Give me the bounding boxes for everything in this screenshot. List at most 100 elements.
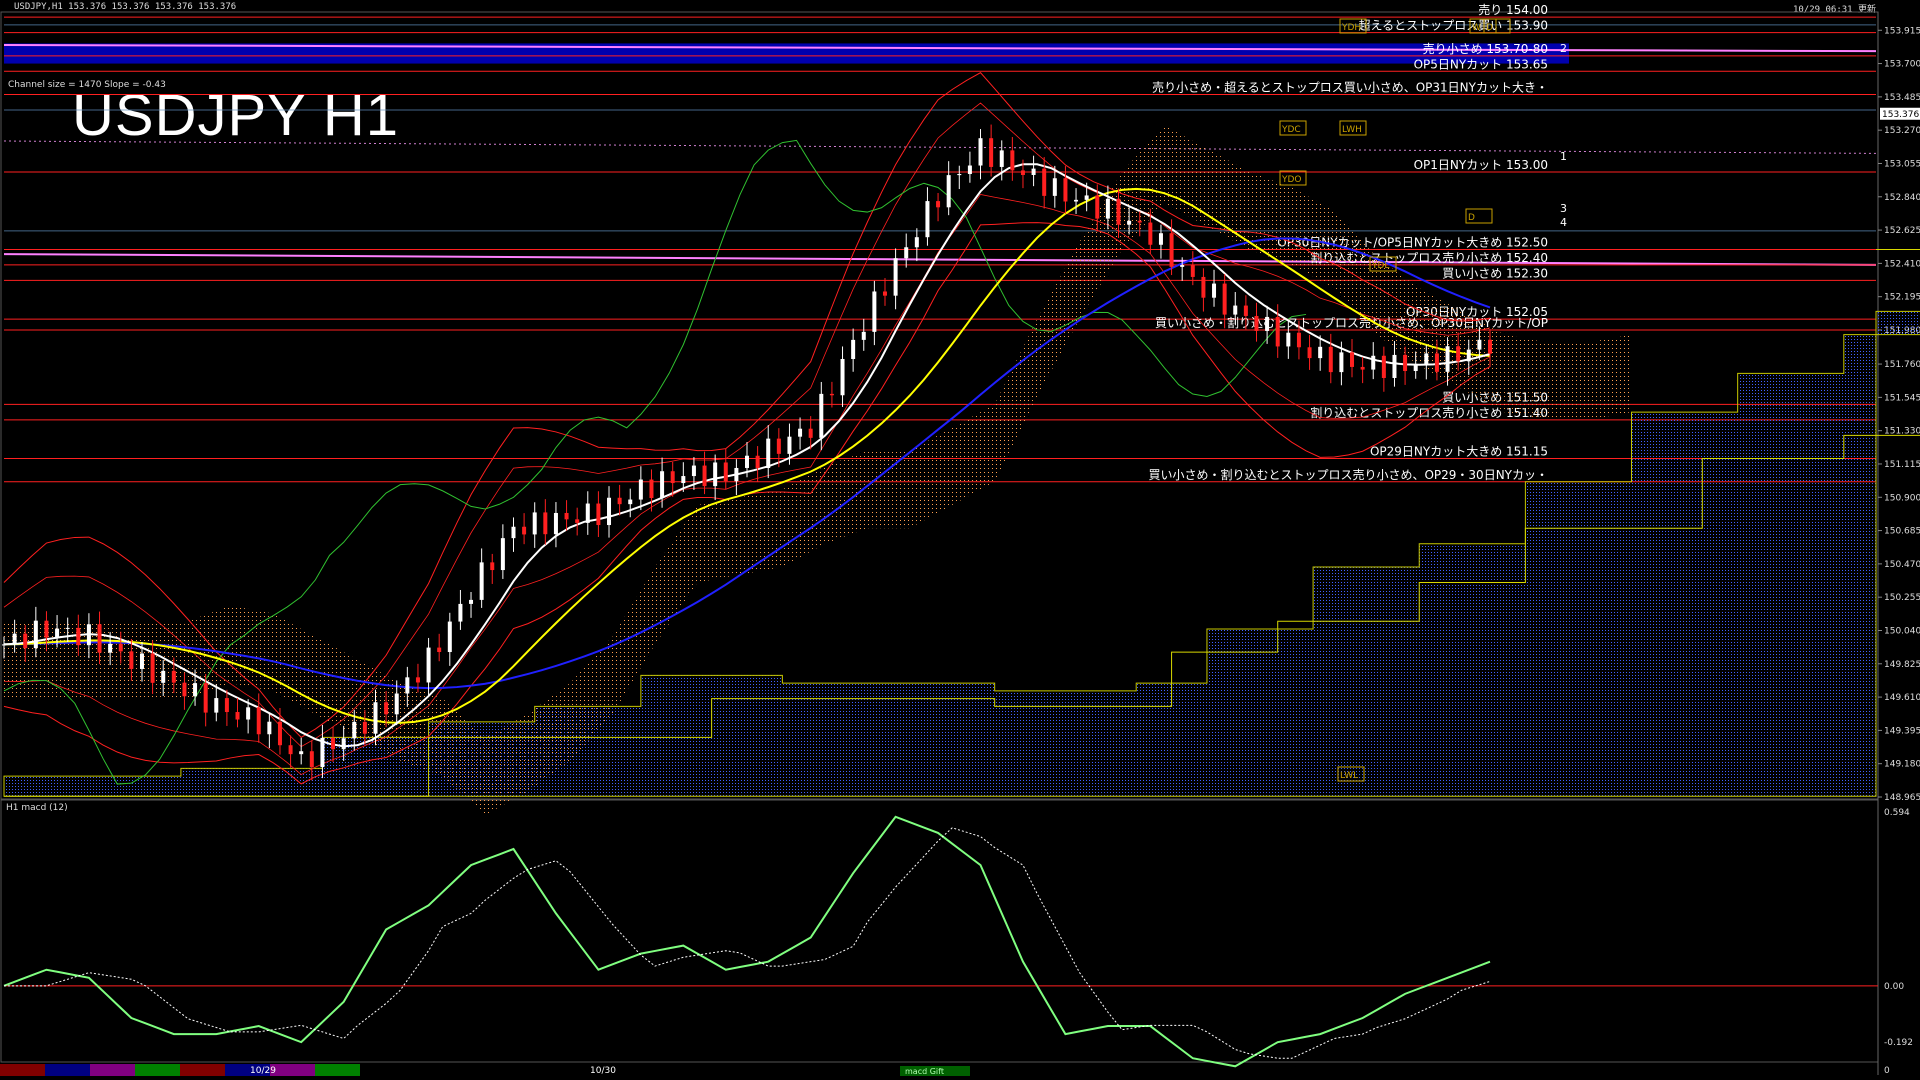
candle-body (150, 653, 155, 683)
candle-body (1084, 195, 1089, 200)
price-tick-label: 149.610 (1884, 693, 1920, 703)
macd-axis-label: 0.594 (1884, 808, 1910, 818)
price-tick-label: 152.195 (1884, 293, 1920, 303)
time-bar-segment (0, 1064, 45, 1076)
candle-body (766, 438, 771, 468)
date-tick-label: 10/29 (250, 1066, 276, 1076)
candle-body (734, 467, 739, 482)
candle-body (1020, 170, 1025, 175)
candle-body (585, 503, 590, 523)
candle-body (267, 721, 272, 735)
candle-body (246, 707, 251, 720)
candle-body (564, 512, 569, 520)
candle-body (447, 621, 452, 653)
candle-body (1424, 353, 1429, 366)
candle-body (702, 465, 707, 487)
time-bar-segment (180, 1064, 225, 1076)
candle-body (97, 624, 102, 653)
box-label: W (1472, 23, 1481, 33)
candle-body (745, 455, 749, 468)
candle-body (65, 627, 70, 629)
candle-body (925, 201, 930, 238)
candle-body (405, 677, 410, 694)
candle-body (33, 620, 38, 649)
price-tick-label: 150.255 (1884, 593, 1920, 603)
candle-body (161, 670, 166, 683)
candle-body (320, 737, 325, 768)
candle-body (193, 683, 198, 697)
candle-body (904, 247, 909, 259)
macd-axis-label: 0.00 (1884, 982, 1904, 992)
candle-body (55, 628, 60, 638)
candle-body (617, 497, 622, 505)
candle-body (1466, 349, 1471, 362)
box-label: D (1486, 23, 1493, 33)
candle-body (638, 479, 643, 500)
candle-body (1445, 346, 1450, 372)
price-tick-label: 148.965 (1884, 793, 1920, 803)
candle-body (1042, 168, 1047, 196)
level-label: 売り小さめ 153.70-80 (1423, 41, 1548, 56)
box-label: D (1468, 213, 1475, 223)
candle-body (235, 712, 240, 720)
level-label: 超えるとストップロス買い 153.90 (1359, 18, 1548, 33)
candle-body (1052, 178, 1057, 196)
candle-body (171, 670, 176, 683)
candle-body (861, 331, 866, 340)
candle-body (362, 721, 367, 734)
candle-body (479, 562, 484, 600)
price-tick-label: 152.840 (1884, 193, 1920, 203)
price-tick-label: 152.410 (1884, 259, 1920, 269)
candle-body (946, 175, 951, 208)
candle-body (1413, 365, 1418, 371)
price-tick-label: 152.625 (1884, 226, 1920, 236)
candle-body (851, 339, 856, 359)
channel-number: 3 (1560, 202, 1567, 215)
chart-window: USDJPY,H1 153.376 153.376 153.376 153.37… (0, 0, 1920, 1080)
candle-body (1212, 283, 1217, 298)
candle-body (182, 682, 187, 697)
level-label: OP5日NYカット 153.65 (1414, 57, 1548, 71)
candle-body (1105, 198, 1110, 219)
candle-body (384, 702, 389, 715)
time-bar-segment (135, 1064, 180, 1076)
price-tick-label: 149.395 (1884, 726, 1920, 736)
candle-body (532, 512, 537, 535)
price-tick-label: 153.700 (1884, 60, 1920, 70)
level-label: 買い小さめ・割り込むとストップロス売り小さめ、OP29・30日NYカッ・ (1148, 467, 1548, 482)
candle-body (575, 519, 580, 523)
candle-body (755, 455, 760, 468)
candle-body (936, 201, 941, 208)
time-bar-segment (45, 1064, 90, 1076)
current-price-label: 153.376 (1882, 110, 1919, 120)
level-label: 売り小さめ・超えるとストップロス買い小さめ、OP31日NYカット大き・ (1152, 80, 1548, 95)
candle-body (1127, 220, 1132, 225)
price-tick-label: 149.825 (1884, 660, 1920, 670)
level-label: 売り 154.00 (1478, 2, 1548, 17)
price-tick-label: 150.900 (1884, 493, 1920, 503)
candle-body (76, 627, 81, 646)
candle-body (1381, 355, 1386, 378)
candle-body (522, 526, 527, 535)
candle-body (1222, 283, 1227, 315)
candle-body (1233, 305, 1238, 315)
box-label: YDC (1281, 125, 1301, 135)
candle-body (1371, 355, 1376, 370)
candle-body (1095, 195, 1100, 219)
box-label: YDL (1371, 261, 1389, 271)
candle-body (1286, 332, 1291, 347)
candle-body (1158, 233, 1163, 245)
candle-body (352, 721, 357, 739)
candle-body (458, 603, 463, 622)
candle-body (12, 633, 17, 645)
candle-body (394, 693, 399, 715)
candle-body (840, 358, 845, 396)
price-chart[interactable]: 売り 154.00超えるとストップロス買い 153.90 売り小さめ 153.70… (0, 0, 1920, 1080)
candle-body (1456, 346, 1461, 362)
candle-body (1169, 233, 1174, 267)
candle-body (86, 624, 91, 646)
candle-body (437, 647, 442, 653)
box-label: YDH (1341, 23, 1361, 33)
candle-body (628, 499, 633, 505)
candle-body (1477, 339, 1482, 350)
